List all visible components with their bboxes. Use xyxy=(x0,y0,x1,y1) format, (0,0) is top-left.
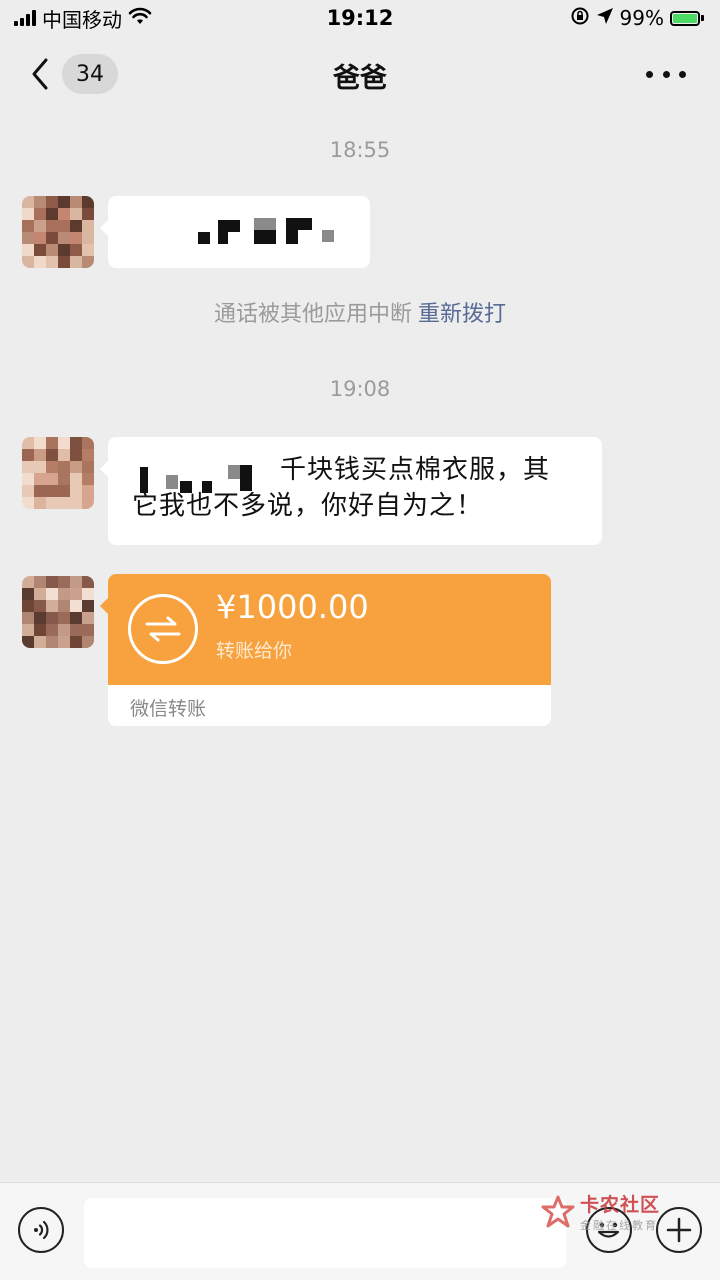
avatar[interactable] xyxy=(22,196,94,268)
voice-button[interactable] xyxy=(18,1207,64,1253)
timestamp: 18:55 xyxy=(329,138,391,162)
call-interrupted-notice: 通话被其他应用中断 重新拨打 xyxy=(0,296,720,328)
message-input[interactable] xyxy=(84,1198,566,1268)
wifi-icon xyxy=(128,6,152,30)
dot-icon xyxy=(679,70,686,78)
watermark-subtitle: 金融在线教育 xyxy=(580,1219,658,1232)
bubble-tail xyxy=(100,598,108,614)
more-button[interactable] xyxy=(646,60,686,88)
battery-percent: 99% xyxy=(619,6,664,30)
voice-icon xyxy=(34,1220,49,1240)
watermark-logo-icon xyxy=(541,1195,575,1227)
redial-link[interactable]: 重新拨打 xyxy=(418,302,506,327)
transfer-footer: 微信转账 xyxy=(130,698,207,720)
message-bubble-censored[interactable] xyxy=(100,196,370,268)
nav-bar: 34 爸爸 xyxy=(0,36,720,112)
status-bar: 中国移动 19:12 99% xyxy=(0,0,720,36)
transfer-description: 转账给你 xyxy=(216,640,293,662)
carrier-label: 中国移动 xyxy=(42,7,122,32)
message-text: 千块钱买点棉衣服，其 它我也不多说，你好自为之！ xyxy=(132,452,582,524)
location-icon xyxy=(596,6,614,30)
more-actions-button[interactable] xyxy=(656,1207,702,1253)
transfer-icon xyxy=(128,594,198,664)
signal-icon xyxy=(14,10,36,26)
avatar[interactable] xyxy=(22,437,94,509)
timestamp: 19:08 xyxy=(329,377,391,401)
message-line: 它我也不多说，你好自为之！ xyxy=(132,491,484,521)
transfer-card[interactable]: ¥1000.00 转账给你 微信转账 xyxy=(108,574,551,726)
avatar[interactable] xyxy=(22,576,94,648)
dot-icon xyxy=(646,70,653,78)
message-line: 千块钱买点棉衣服，其 xyxy=(280,455,551,485)
watermark: 卡农社区 金融在线教育 xyxy=(540,1190,660,1233)
watermark-title: 卡农社区 xyxy=(580,1194,661,1216)
battery-icon xyxy=(670,10,704,26)
transfer-card-header: ¥1000.00 转账给你 xyxy=(108,574,551,685)
rotation-lock-icon xyxy=(570,6,590,31)
plus-icon xyxy=(666,1217,692,1243)
chat-title: 爸爸 xyxy=(333,63,387,94)
transfer-amount: ¥1000.00 xyxy=(216,588,369,626)
dot-icon xyxy=(662,70,670,78)
call-status-text: 通话被其他应用中断 xyxy=(213,302,412,327)
